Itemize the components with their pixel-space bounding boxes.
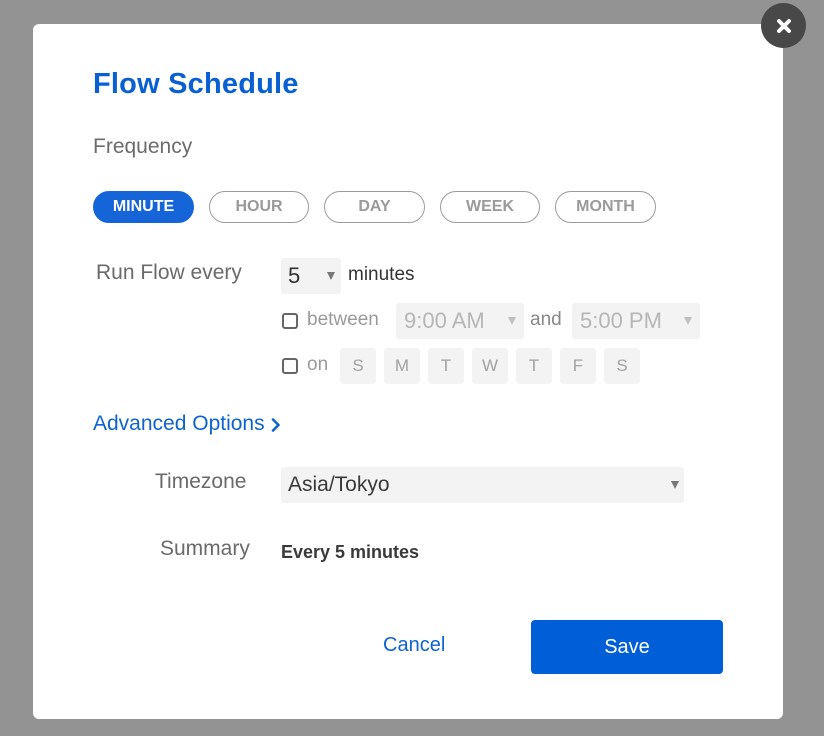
tab-week[interactable]: WEEK <box>440 191 540 223</box>
close-button[interactable] <box>761 3 806 48</box>
on-label: on <box>307 354 329 375</box>
timezone-label: Timezone <box>155 470 247 493</box>
interval-value: 5 <box>288 263 301 288</box>
between-label: between <box>307 309 379 330</box>
summary-value: Every 5 minutes <box>281 542 420 562</box>
end-time-value: 5:00 PM <box>580 308 662 333</box>
day-wednesday[interactable]: W <box>472 348 508 384</box>
day-sunday[interactable]: S <box>340 348 376 384</box>
end-time-select[interactable]: 5:00 PM <box>572 303 700 339</box>
timezone-value: Asia/Tokyo <box>288 473 390 496</box>
cancel-button[interactable]: Cancel <box>383 634 445 657</box>
timezone-select[interactable]: Asia/Tokyo <box>281 467 684 503</box>
run-flow-every-label: Run Flow every <box>96 261 242 284</box>
day-friday[interactable]: F <box>560 348 596 384</box>
and-label: and <box>530 309 562 330</box>
tab-hour[interactable]: HOUR <box>209 191 309 223</box>
tab-day[interactable]: DAY <box>324 191 425 223</box>
frequency-label: Frequency <box>93 135 193 158</box>
interval-unit-label: minutes <box>348 264 415 285</box>
start-time-value: 9:00 AM <box>404 308 485 333</box>
dropdown-arrow-icon <box>671 481 679 489</box>
flow-schedule-dialog: Flow Schedule Frequency MINUTE HOUR DAY … <box>33 24 783 719</box>
advanced-options-label: Advanced Options <box>93 412 265 435</box>
summary-label: Summary <box>160 537 250 560</box>
dropdown-arrow-icon <box>684 317 692 325</box>
day-monday[interactable]: M <box>384 348 420 384</box>
interval-select[interactable]: 5 <box>281 258 341 294</box>
chevron-right-icon <box>271 418 280 432</box>
day-saturday[interactable]: S <box>604 348 640 384</box>
tab-month[interactable]: MONTH <box>555 191 656 223</box>
start-time-select[interactable]: 9:00 AM <box>396 303 524 339</box>
close-icon <box>776 18 791 33</box>
dropdown-arrow-icon <box>508 317 516 325</box>
on-days-checkbox[interactable] <box>282 358 298 374</box>
save-button[interactable]: Save <box>531 620 723 674</box>
dropdown-arrow-icon <box>327 272 335 280</box>
frequency-tabs: MINUTE HOUR DAY WEEK MONTH <box>93 191 656 223</box>
day-selector: S M T W T F S <box>340 348 640 384</box>
tab-minute[interactable]: MINUTE <box>93 191 194 223</box>
day-tuesday[interactable]: T <box>428 348 464 384</box>
between-checkbox[interactable] <box>282 313 298 329</box>
dialog-title: Flow Schedule <box>93 68 299 100</box>
advanced-options-link[interactable]: Advanced Options <box>93 412 281 436</box>
day-thursday[interactable]: T <box>516 348 552 384</box>
